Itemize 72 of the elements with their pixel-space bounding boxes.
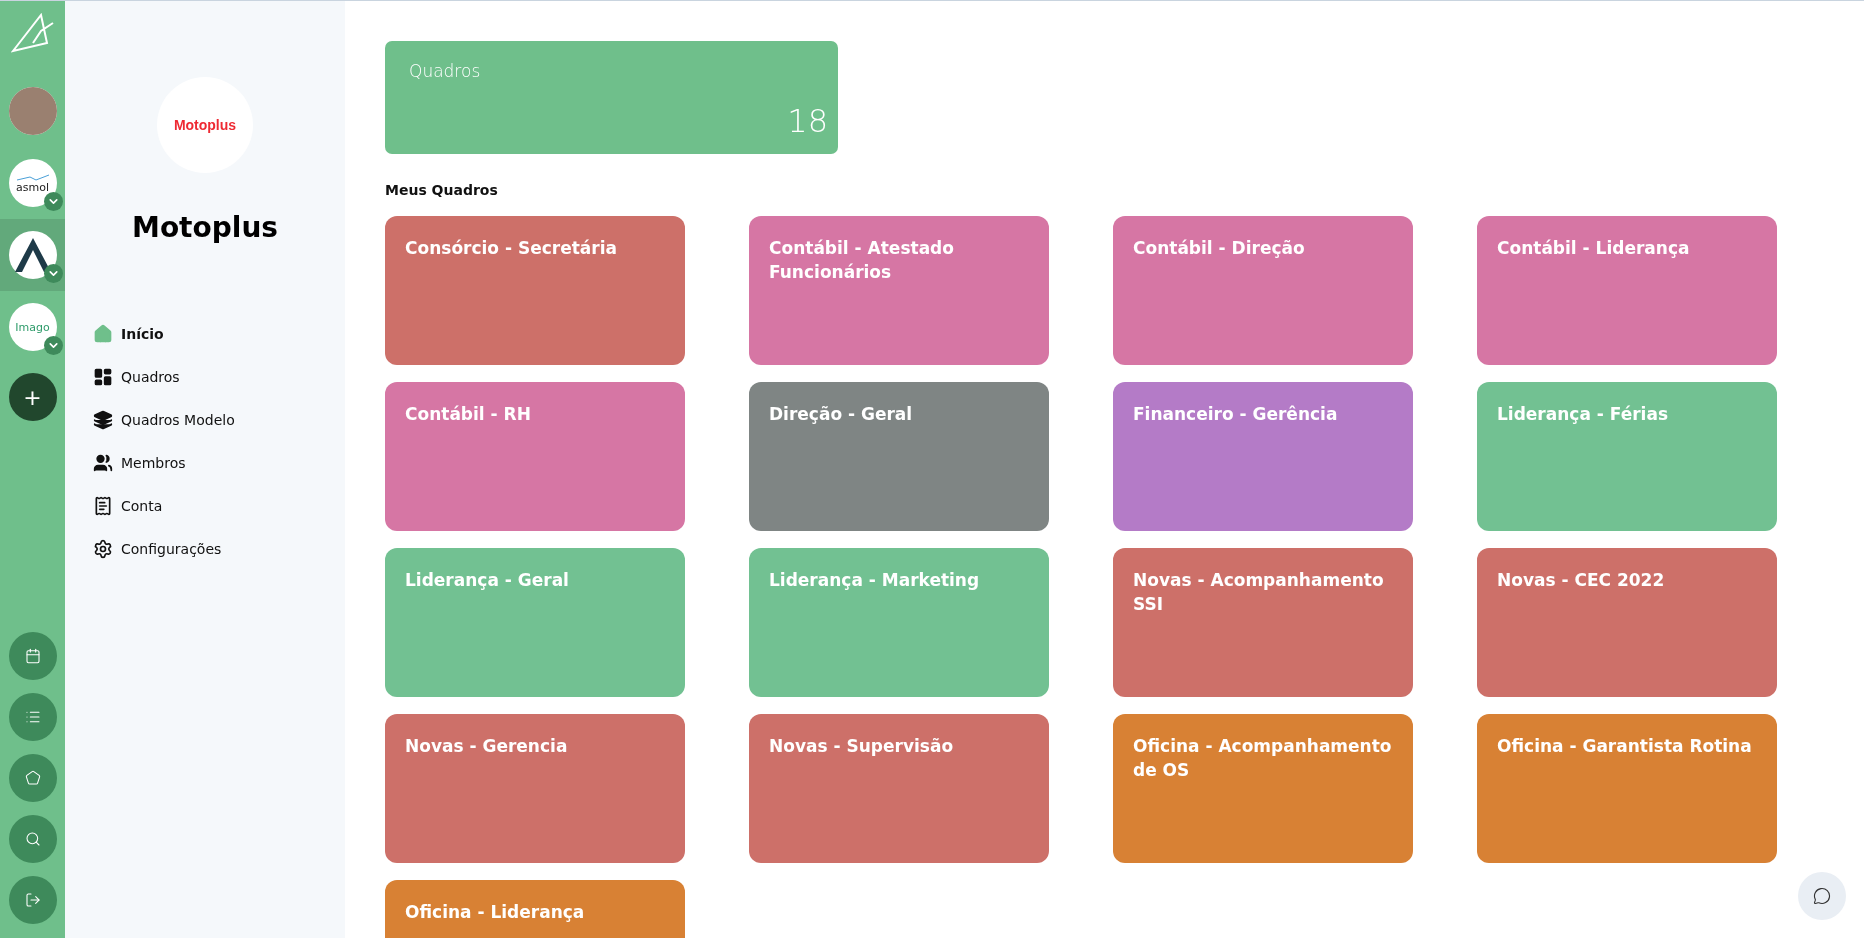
list-icon xyxy=(24,709,41,725)
board-card[interactable]: Oficina - Liderança xyxy=(385,880,685,938)
logo-text: Imago xyxy=(15,321,50,333)
board-title: Financeiro - Gerência xyxy=(1133,404,1338,424)
nav-item[interactable]: Membros xyxy=(93,448,345,478)
board-title: Direção - Geral xyxy=(769,404,913,424)
board-card[interactable]: Oficina - Garantista Rotina xyxy=(1477,714,1777,863)
nav-item[interactable]: Quadros Modelo xyxy=(93,405,345,435)
logo-text: asmol xyxy=(16,181,49,193)
calendar-icon xyxy=(24,648,41,664)
chat-button[interactable] xyxy=(1798,872,1846,920)
receipt-icon xyxy=(93,496,113,516)
board-card[interactable]: Financeiro - Gerência xyxy=(1113,382,1413,531)
board-card[interactable]: Novas - Gerencia xyxy=(385,714,685,863)
board-icon xyxy=(93,367,113,387)
chat-icon xyxy=(1813,887,1831,905)
workspace-slot[interactable] xyxy=(0,219,65,291)
board-card[interactable]: Oficina - Acompanhamento de OS xyxy=(1113,714,1413,863)
board-title: Liderança - Marketing xyxy=(769,570,980,590)
home-icon xyxy=(93,324,113,344)
board-title: Contábil - RH xyxy=(405,404,531,424)
board-title: Oficina - Liderança xyxy=(405,902,585,922)
board-title: Consórcio - Secretária xyxy=(405,238,617,258)
board-title: Novas - Supervisão xyxy=(769,736,954,756)
board-title: Novas - CEC 2022 xyxy=(1497,570,1665,590)
workspace-title: Motoplus xyxy=(132,211,278,244)
search-icon xyxy=(24,831,41,847)
board-card[interactable]: Novas - CEC 2022 xyxy=(1477,548,1777,697)
nav-item[interactable]: Quadros xyxy=(93,362,345,392)
logo-text: Motoplus xyxy=(173,117,237,133)
board-title: Oficina - Acompanhamento de OS xyxy=(1133,736,1392,780)
board-card[interactable]: Contábil - RH xyxy=(385,382,685,531)
logout-icon xyxy=(24,892,41,908)
section-title: Meus Quadros xyxy=(385,182,499,198)
nav-item[interactable]: Início xyxy=(93,319,345,349)
board-title: Contábil - Direção xyxy=(1133,238,1305,258)
pentagon-icon xyxy=(24,770,41,786)
list-button[interactable] xyxy=(8,693,57,741)
photo-placeholder xyxy=(8,87,57,135)
nav-item[interactable]: Conta xyxy=(93,491,345,521)
peak-logo-icon xyxy=(14,238,51,272)
summary-label: Quadros xyxy=(409,61,482,81)
nav-item[interactable]: Configurações xyxy=(93,534,345,564)
layers-icon xyxy=(93,410,113,430)
board-title: Liderança - Geral xyxy=(405,570,569,590)
board-title: Contábil - Liderança xyxy=(1497,238,1690,258)
board-title: Liderança - Férias xyxy=(1497,404,1668,424)
board-card[interactable]: Direção - Geral xyxy=(749,382,1049,531)
badge-button[interactable] xyxy=(8,754,57,802)
board-card[interactable]: Consórcio - Secretária xyxy=(385,216,685,365)
board-card[interactable]: Contábil - Liderança xyxy=(1477,216,1777,365)
users-icon xyxy=(93,453,113,473)
board-card[interactable]: Contábil - Direção xyxy=(1113,216,1413,365)
calendar-button[interactable] xyxy=(8,632,57,680)
board-card[interactable]: Liderança - Geral xyxy=(385,548,685,697)
board-title: Contábil - Atestado Funcionários xyxy=(769,238,954,282)
board-card[interactable]: Liderança - Marketing xyxy=(749,548,1049,697)
board-title: Novas - Acompanhamento SSI xyxy=(1133,570,1384,614)
wave-icon xyxy=(15,173,50,182)
board-title: Novas - Gerencia xyxy=(405,736,568,756)
mountain-logo-icon xyxy=(10,13,55,53)
logout-button[interactable] xyxy=(8,876,57,924)
chevron-down-icon[interactable] xyxy=(43,264,63,283)
board-title: Oficina - Garantista Rotina xyxy=(1497,736,1752,756)
search-button[interactable] xyxy=(8,815,57,863)
board-card[interactable]: Contábil - Atestado Funcionários xyxy=(749,216,1049,365)
add-button[interactable]: + xyxy=(8,373,57,421)
board-card[interactable]: Novas - Acompanhamento SSI xyxy=(1113,548,1413,697)
summary-count: 18 xyxy=(787,102,828,140)
board-card[interactable]: Liderança - Férias xyxy=(1477,382,1777,531)
board-card[interactable]: Novas - Supervisão xyxy=(749,714,1049,863)
settings-icon xyxy=(93,539,113,559)
